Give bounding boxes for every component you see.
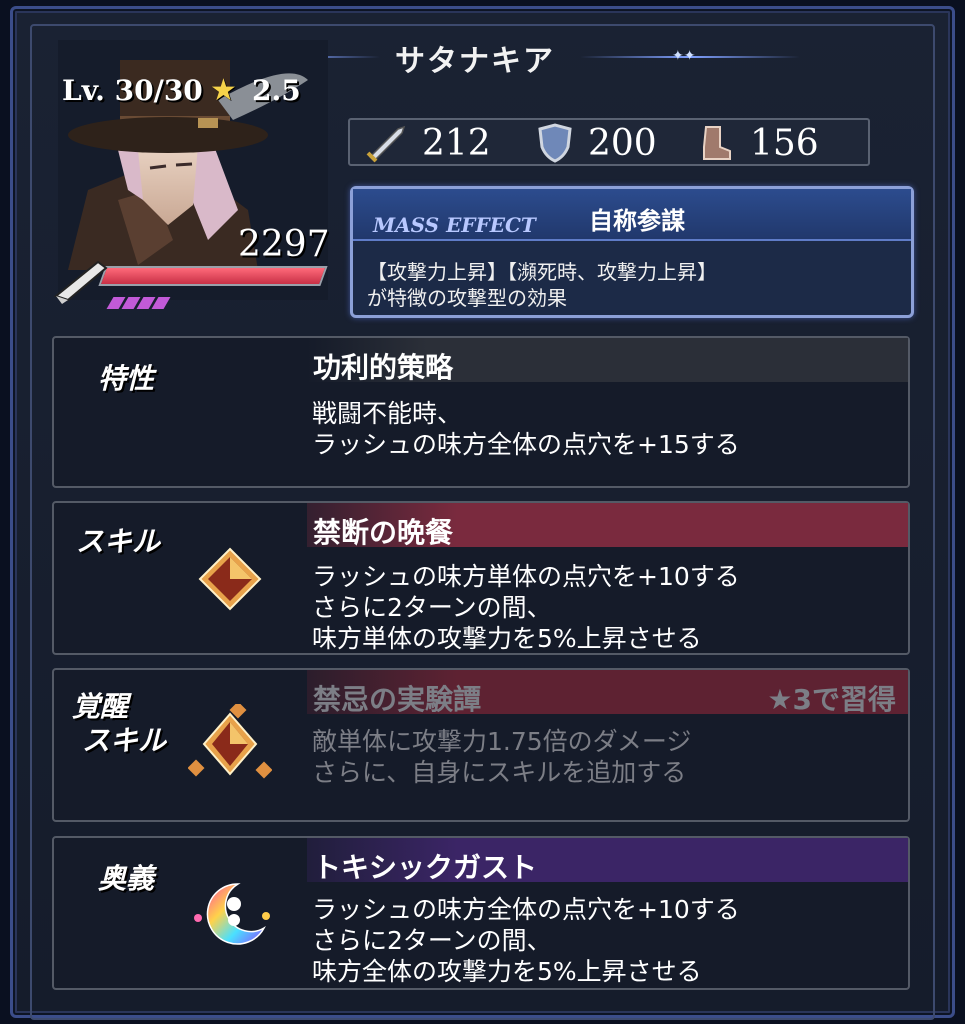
awakened-skill-description: 敵単体に攻撃力1.75倍のダメージ さらに、自身にスキルを追加する [312,726,691,788]
skill-header: 禁断の晩餐 [307,503,908,549]
mass-effect-tag: MASS EFFECT [373,213,536,237]
sword-icon [366,125,406,163]
ultimate-title: トキシックガスト [313,851,538,884]
trait-title: 功利的策略 [313,351,454,384]
ultimate-desc-line: ラッシュの味方全体の点穴を+10する [312,895,740,924]
rarity-value: 2.5 [252,74,301,107]
trait-header: 功利的策略 [307,338,908,384]
awakened-skill-header: 禁忌の実験譚 ★3で習得 [307,670,908,716]
awakened-skill-label: 覚醒 スキル [72,690,166,758]
mass-effect-description: 【攻撃力上昇】【瀕死時、攻撃力上昇】 が特徴の攻撃型の効果 [367,259,717,311]
skill-description: ラッシュの味方単体の点穴を+10する さらに2ターンの間、 味方単体の攻撃力を5… [312,561,740,654]
awakened-skill-label-line: 覚醒 [72,690,129,723]
rifle-icon [53,260,108,304]
stats-bar: 212 200 156 [348,118,870,166]
stat-attack: 212 [364,122,491,164]
skill-row[interactable]: スキル 禁断の晩餐 ラッシュの味方単体の点穴を+10する さらに2ターンの間、 … [52,501,910,655]
skill-desc-line: ラッシュの味方単体の点穴を+10する [312,562,740,591]
ultimate-row[interactable]: 奥義 トキシックガスト ラッシュの味方全体の点穴を+10する さらに2ターンの間… [52,836,910,990]
awakened-skill-label-line: スキル [82,724,167,757]
skill-desc-line: 味方単体の攻撃力を5%上昇させる [312,624,702,653]
stat-speed: 156 [696,122,819,164]
hp-value: 2297 [238,224,330,265]
ultimate-desc-line: 味方全体の攻撃力を5%上昇させる [312,957,702,986]
awakened-skill-desc-line: さらに、自身にスキルを追加する [312,758,687,787]
ultimate-desc-line: さらに2ターンの間、 [312,926,552,955]
hp-bar [98,266,328,286]
ultimate-description: ラッシュの味方全体の点穴を+10する さらに2ターンの間、 味方全体の攻撃力を5… [312,894,740,987]
trait-row[interactable]: 特性 功利的策略 戦闘不能時、 ラッシュの味方全体の点穴を+15する [52,336,910,488]
skill-label: スキル [76,525,161,558]
ability-pips [106,294,171,313]
moon-crest-icon [194,883,270,945]
skill-title: 禁断の晩餐 [313,516,454,549]
mass-effect-name: 自称参謀 [589,207,685,235]
skill-gem-icon [198,547,262,611]
skill-desc-line: さらに2ターンの間、 [312,593,552,622]
awakened-skill-desc-line: 敵単体に攻撃力1.75倍のダメージ [312,727,692,756]
mass-effect-card[interactable]: MASS EFFECT 自称参謀 【攻撃力上昇】【瀕死時、攻撃力上昇】 が特徴の… [350,186,914,318]
ultimate-label: 奥義 [98,862,155,895]
trait-label: 特性 [98,362,155,395]
awakened-skill-title: 禁忌の実験譚 [313,683,482,716]
stat-defense: 200 [536,122,657,164]
unlock-requirement: ★3で習得 [767,683,896,716]
sparkle-icon: ✦✦ [672,48,696,64]
speed-value: 156 [750,122,819,164]
trait-desc-line: 戦闘不能時、 [312,399,463,428]
character-name: サタナキア [395,44,555,79]
level-label: Lv. 30/30 [62,74,203,107]
awakened-skill-row[interactable]: 覚醒 スキル 禁忌の実験譚 ★3で習得 敵単体に攻撃力1.75倍のダメージ さら… [52,668,910,822]
mass-effect-desc-line: が特徴の攻撃型の効果 [367,286,567,310]
trait-desc-line: ラッシュの味方全体の点穴を+15する [312,430,740,459]
mass-effect-desc-line: 【攻撃力上昇】【瀕死時、攻撃力上昇】 [367,260,717,284]
attack-value: 212 [422,122,491,164]
hp-bar-fill [101,268,325,284]
awakened-skill-gem-icon [188,704,272,779]
defense-value: 200 [588,122,657,164]
ultimate-header: トキシックガスト [307,838,908,884]
rarity-star-icon: ★ [210,73,237,108]
boot-icon [703,126,731,160]
shield-icon [538,123,572,163]
trait-description: 戦闘不能時、 ラッシュの味方全体の点穴を+15する [312,398,740,460]
